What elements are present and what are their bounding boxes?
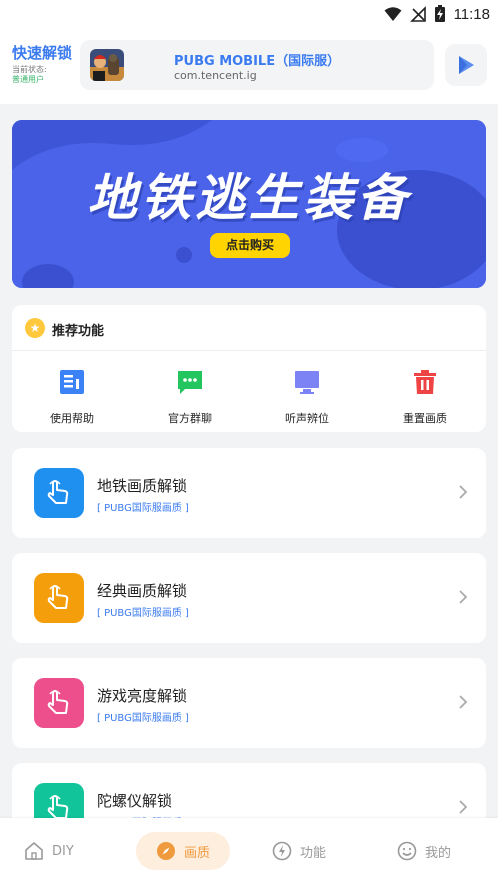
recommend-item-reset-quality[interactable]: 重置画质 (380, 369, 470, 426)
status-bar: 11:18 (0, 0, 498, 30)
recommend-title: 推荐功能 (52, 324, 105, 339)
feature-subtitle: [ PUBG国际服画质 ] (97, 503, 189, 514)
nav-tab-mine[interactable]: 我的 (397, 832, 451, 870)
tap-hand-icon (34, 573, 84, 623)
recommend-header: ★ 推荐功能 (12, 305, 486, 351)
help-doc-icon (60, 370, 84, 394)
user-type: 普通用户 (12, 75, 44, 84)
no-signal-icon (409, 6, 426, 22)
chevron-right-icon (459, 695, 468, 709)
feature-title: 地铁画质解锁 (97, 477, 188, 495)
nav-label: 功能 (300, 845, 327, 861)
clock: 11:18 (453, 5, 490, 23)
nav-tab-diy[interactable]: DIY (24, 832, 74, 870)
smile-icon (397, 841, 417, 861)
brand: 快速解锁 当前状态: 普通用户 (12, 44, 72, 85)
chevron-right-icon (459, 485, 468, 499)
nav-label: 我的 (425, 845, 452, 861)
star-icon: ★ (25, 318, 45, 338)
launch-game-button[interactable] (445, 44, 487, 86)
app-header: 快速解锁 当前状态: 普通用户 PUBG MOBILE（国际服） com.ten… (0, 30, 498, 104)
chat-icon (178, 371, 202, 394)
tap-hand-icon (34, 678, 84, 728)
tap-hand-icon (34, 468, 84, 518)
trash-icon (414, 370, 436, 394)
feature-subtitle: [ PUBG国际服画质 ] (97, 608, 189, 619)
recommend-item-group-chat[interactable]: 官方群聊 (145, 369, 235, 426)
nav-label: 画质 (184, 845, 211, 861)
recommend-item-label: 听声辨位 (285, 412, 329, 425)
nav-tab-functions[interactable]: 功能 (272, 832, 326, 870)
game-name: PUBG MOBILE（国际服） (174, 54, 341, 69)
feature-card-metro-quality[interactable]: 地铁画质解锁 [ PUBG国际服画质 ] (12, 448, 486, 538)
feature-card-classic-quality[interactable]: 经典画质解锁 [ PUBG国际服画质 ] (12, 553, 486, 643)
feature-subtitle: [ PUBG国际服画质 ] (97, 713, 189, 724)
feature-card-brightness[interactable]: 游戏亮度解锁 [ PUBG国际服画质 ] (12, 658, 486, 748)
recommend-item-help[interactable]: 使用帮助 (27, 369, 117, 426)
chevron-right-icon (459, 800, 468, 814)
compass-icon (157, 842, 175, 860)
recommend-item-label: 重置画质 (403, 412, 447, 425)
recommend-item-sound-locate[interactable]: 听声辨位 (262, 369, 352, 426)
brand-title: 快速解锁 (12, 44, 73, 62)
home-icon (25, 842, 43, 860)
bottom-nav: DIY 画质 功能 我的 (0, 818, 498, 885)
game-selector[interactable]: PUBG MOBILE（国际服） com.tencent.ig (80, 40, 434, 90)
game-icon (90, 49, 124, 81)
feature-title: 陀螺仪解锁 (97, 792, 173, 810)
feature-title: 游戏亮度解锁 (97, 687, 188, 705)
chevron-right-icon (459, 590, 468, 604)
nav-tab-quality[interactable]: 画质 (136, 832, 231, 870)
status-label: 当前状态: (12, 65, 47, 74)
monitor-icon (295, 371, 319, 394)
buy-now-button[interactable]: 点击购买 (210, 233, 290, 258)
recommend-item-label: 官方群聊 (168, 412, 212, 425)
banner-title: 地铁逃生装备 (87, 169, 411, 227)
nav-label: DIY (52, 843, 74, 859)
lightning-icon (272, 841, 292, 861)
promo-banner[interactable]: 地铁逃生装备 点击购买 (12, 120, 486, 288)
play-icon (459, 56, 474, 74)
game-package: com.tencent.ig (174, 69, 257, 82)
wifi-icon (384, 7, 402, 21)
recommend-panel: ★ 推荐功能 使用帮助 官方群聊 听声辨位 重置画质 (12, 305, 486, 432)
recommend-item-label: 使用帮助 (50, 412, 94, 425)
battery-charging-icon (434, 5, 445, 22)
feature-title: 经典画质解锁 (97, 582, 188, 600)
